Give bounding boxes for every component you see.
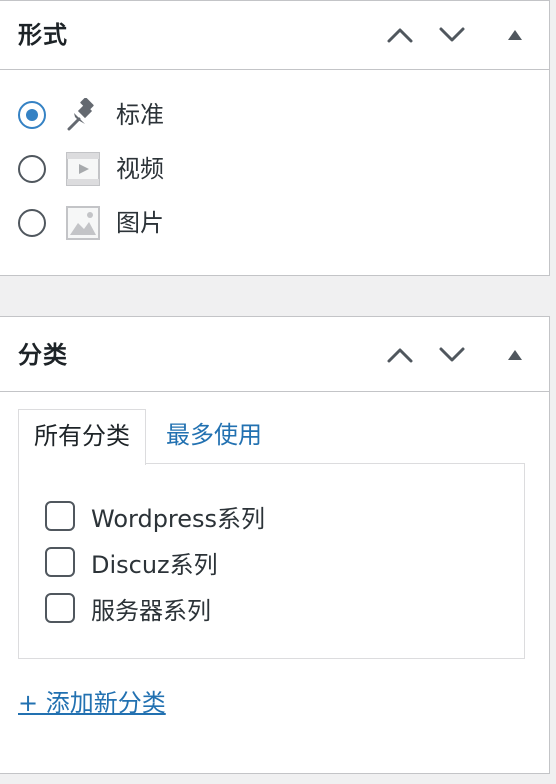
tab-all-categories[interactable]: 所有分类 bbox=[18, 409, 146, 465]
triangle-up-icon bbox=[508, 30, 522, 40]
format-panel: 形式 标准 视频 图片 bbox=[0, 0, 550, 276]
format-label-video: 视频 bbox=[116, 155, 164, 183]
move-up-button[interactable] bbox=[382, 337, 418, 373]
chevron-down-icon bbox=[439, 27, 465, 42]
category-checkbox-discuz[interactable] bbox=[45, 547, 75, 577]
image-icon bbox=[66, 206, 100, 240]
radio-video[interactable] bbox=[18, 155, 46, 183]
format-option-standard[interactable]: 标准 bbox=[18, 93, 318, 137]
pushpin-icon bbox=[66, 98, 100, 132]
radio-standard[interactable] bbox=[18, 101, 46, 129]
format-panel-title: 形式 bbox=[18, 21, 68, 49]
category-panel-header: 分类 bbox=[0, 317, 549, 392]
chevron-up-icon bbox=[387, 348, 413, 363]
chevron-up-icon bbox=[387, 28, 413, 43]
format-option-image[interactable]: 图片 bbox=[18, 201, 318, 245]
category-panel-title: 分类 bbox=[18, 341, 68, 369]
radio-image[interactable] bbox=[18, 209, 46, 237]
format-option-video[interactable]: 视频 bbox=[18, 147, 318, 191]
category-label-server: 服务器系列 bbox=[91, 596, 211, 625]
category-item-server[interactable]: 服务器系列 bbox=[45, 592, 465, 625]
format-panel-header: 形式 bbox=[0, 1, 549, 70]
format-label-image: 图片 bbox=[116, 209, 164, 237]
chevron-down-icon bbox=[439, 347, 465, 362]
category-checkbox-server[interactable] bbox=[45, 593, 75, 623]
add-new-category-link[interactable]: + 添加新分类 bbox=[18, 683, 166, 718]
category-label-wordpress: Wordpress系列 bbox=[91, 504, 266, 533]
category-panel: 分类 所有分类 最多使用 Wordpress系列 Discuz系列 服务器系列 … bbox=[0, 316, 550, 774]
move-down-button[interactable] bbox=[434, 17, 470, 53]
category-label-discuz: Discuz系列 bbox=[91, 550, 218, 579]
category-list: Wordpress系列 Discuz系列 服务器系列 bbox=[18, 463, 525, 659]
format-label-standard: 标准 bbox=[116, 101, 164, 129]
move-up-button[interactable] bbox=[382, 17, 418, 53]
category-item-discuz[interactable]: Discuz系列 bbox=[45, 546, 465, 579]
tab-most-used[interactable]: 最多使用 bbox=[166, 409, 306, 461]
triangle-up-icon bbox=[508, 350, 522, 360]
toggle-panel-button[interactable] bbox=[497, 17, 533, 53]
toggle-panel-button[interactable] bbox=[497, 337, 533, 373]
move-down-button[interactable] bbox=[434, 337, 470, 373]
category-item-wordpress[interactable]: Wordpress系列 bbox=[45, 500, 465, 533]
video-icon bbox=[66, 152, 100, 186]
category-checkbox-wordpress[interactable] bbox=[45, 501, 75, 531]
